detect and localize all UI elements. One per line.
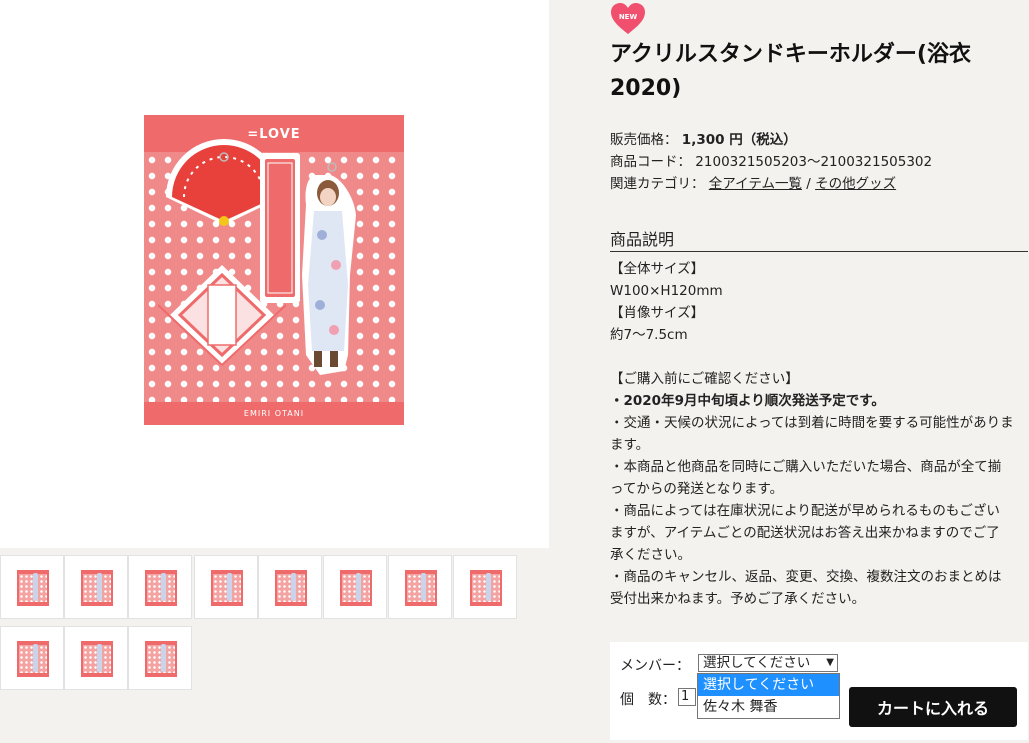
figure-piece bbox=[302, 162, 356, 375]
member-dropdown: 選択してください 佐々木 舞香 bbox=[697, 673, 840, 719]
new-badge-label: NEW bbox=[619, 13, 638, 21]
desc-line: ・商品によっては在庫状況により配送が早められるものもござい bbox=[610, 503, 1000, 519]
desc-line-shipping-date: ・2020年9月中旬頃より順次発送予定です。 bbox=[610, 393, 885, 409]
member-name: EMIRI OTANI bbox=[243, 409, 305, 418]
thumbnail[interactable] bbox=[0, 555, 64, 619]
desc-line: W100×H120mm bbox=[610, 283, 723, 299]
code-value: 2100321505203〜2100321505302 bbox=[695, 154, 933, 170]
desc-line: ・交通・天候の状況によっては到着に時間を要する可能性がありま bbox=[610, 415, 1014, 431]
thumbnail[interactable] bbox=[128, 555, 192, 619]
desc-line: ますが、アイテムごとの配送状況はお答え出来かねますのでご了 bbox=[610, 525, 1000, 541]
thumbnail[interactable] bbox=[64, 626, 128, 690]
desc-line: 【肖像サイズ】 bbox=[610, 305, 705, 321]
acrylic-stand-image: =LOVE EMIRI OTANI bbox=[144, 115, 404, 425]
member-label: メンバー： bbox=[620, 658, 690, 674]
desc-line: 受付出来かねます。予めご了承ください。 bbox=[610, 591, 866, 607]
add-to-cart-button[interactable]: カートに入れる bbox=[849, 687, 1017, 727]
description-heading: 商品説明 bbox=[610, 226, 1028, 252]
category-row: 関連カテゴリ： 全アイテム一覧 / その他グッズ bbox=[610, 172, 896, 192]
member-select[interactable]: 選択してください ▼ bbox=[698, 654, 838, 672]
thumbnail[interactable] bbox=[388, 555, 452, 619]
desc-line: ます。 bbox=[610, 437, 650, 453]
banner-piece bbox=[260, 153, 300, 303]
code-label: 商品コード： bbox=[610, 154, 691, 170]
category-link-other-goods[interactable]: その他グッズ bbox=[815, 176, 896, 192]
purchase-box: メンバー： 選択してください ▼ 選択してください 佐々木 舞香 個 数： 1 … bbox=[610, 642, 1028, 740]
dropdown-option[interactable]: 選択してください bbox=[698, 674, 839, 696]
category-separator: / bbox=[801, 176, 816, 192]
price-value: 1,300 円（税込） bbox=[681, 132, 797, 148]
chevron-down-icon: ▼ bbox=[826, 657, 834, 668]
thumbnail[interactable] bbox=[194, 555, 258, 619]
keychain-artwork bbox=[157, 139, 356, 375]
desc-line: 承ください。 bbox=[610, 547, 691, 563]
main-product-image: =LOVE EMIRI OTANI bbox=[0, 0, 549, 548]
thumbnail[interactable] bbox=[323, 555, 387, 619]
category-label: 関連カテゴリ： bbox=[610, 176, 705, 192]
new-badge-heart-icon: NEW bbox=[611, 3, 645, 34]
quantity-label: 個 数： bbox=[620, 692, 676, 708]
thumbnail[interactable] bbox=[64, 555, 128, 619]
description-body: 【全体サイズ】 W100×H120mm 【肖像サイズ】 約7〜7.5cm 【ご購… bbox=[610, 258, 1028, 610]
price-row: 販売価格： 1,300 円（税込） bbox=[610, 128, 797, 148]
desc-line bbox=[610, 346, 1028, 368]
product-title: アクリルスタンドキーホルダー(浴衣2020) bbox=[610, 42, 971, 101]
member-select-value: 選択してください bbox=[703, 655, 811, 671]
thumbnail[interactable] bbox=[258, 555, 322, 619]
dropdown-option[interactable]: 佐々木 舞香 bbox=[698, 696, 839, 718]
quantity-input[interactable]: 1 bbox=[678, 688, 696, 706]
desc-line: ・商品のキャンセル、返品、変更、交換、複数注文のおまとめは bbox=[610, 569, 1002, 585]
thumbnail[interactable] bbox=[128, 626, 192, 690]
desc-line: 約7〜7.5cm bbox=[610, 327, 688, 343]
thumbnail[interactable] bbox=[0, 626, 64, 690]
desc-line: ・本商品と他商品を同時にご購入いただいた場合、商品が全て揃 bbox=[610, 459, 1002, 475]
thumbnail[interactable] bbox=[453, 555, 517, 619]
desc-line: ってからの発送となります。 bbox=[610, 481, 784, 497]
price-label: 販売価格： bbox=[610, 132, 678, 148]
code-row: 商品コード： 2100321505203〜2100321505302 bbox=[610, 150, 932, 170]
category-link-all-items[interactable]: 全アイテム一覧 bbox=[709, 176, 802, 192]
desc-line: 【全体サイズ】 bbox=[610, 261, 705, 277]
desc-line: 【ご購入前にご確認ください】 bbox=[610, 371, 799, 387]
